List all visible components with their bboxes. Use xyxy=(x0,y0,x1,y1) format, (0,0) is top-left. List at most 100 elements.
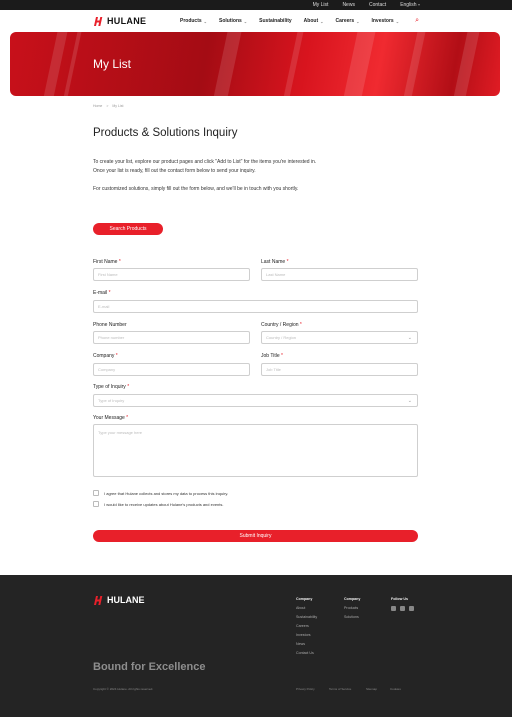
search-icon[interactable]: ⌕ xyxy=(415,17,419,25)
hero-stripe xyxy=(450,32,482,96)
nav-item-label: Careers xyxy=(335,18,355,24)
label-text: Your Message xyxy=(93,415,125,421)
language-selector[interactable]: English ▾ xyxy=(400,2,420,8)
chevron-down-icon: ⌄ xyxy=(407,397,412,404)
nav-item-investors[interactable]: Investors ⌄ xyxy=(371,18,399,24)
country-select[interactable]: Country / Region ⌄ xyxy=(261,331,418,344)
breadcrumb: Home > My List xyxy=(93,104,123,108)
label-text: E-mail xyxy=(93,290,108,296)
footer-link-solutions[interactable]: Solutions xyxy=(344,615,360,619)
last-name-label: Last Name * xyxy=(261,259,289,265)
nav-item-products[interactable]: Products ⌄ xyxy=(180,18,207,24)
required-mark: * xyxy=(286,259,289,265)
phone-field[interactable]: Phone number xyxy=(93,331,250,344)
email-field[interactable]: E-mail xyxy=(93,300,418,313)
required-mark: * xyxy=(281,353,283,359)
consent-updates-label: I would like to receive updates about Hu… xyxy=(104,502,224,507)
consent-updates-checkbox[interactable] xyxy=(93,501,99,507)
hero-title: My List xyxy=(93,57,132,71)
chevron-down-icon: ⌄ xyxy=(407,334,412,341)
hero-banner: My List xyxy=(10,32,500,96)
brand-logo[interactable]: HULANE xyxy=(93,16,146,26)
first-name-label: First Name * xyxy=(93,259,121,265)
topbar-contact-link[interactable]: Contact xyxy=(369,2,386,8)
nav-item-label: About xyxy=(303,18,319,24)
label-text: Type of Inquiry xyxy=(93,384,126,390)
chevron-down-icon: ⌄ xyxy=(356,18,360,24)
footer-heading: Company xyxy=(344,597,361,601)
phone-label: Phone Number xyxy=(93,322,127,328)
job-title-field[interactable]: Job Title xyxy=(261,363,418,376)
email-label: E-mail * xyxy=(93,290,111,296)
nav-item-sustainability[interactable]: Sustainability xyxy=(259,18,292,24)
footer-legal-terms[interactable]: Terms of Service xyxy=(329,687,351,691)
intro-paragraph: For customized solutions, simply fill ou… xyxy=(93,186,299,192)
label-text: Last Name xyxy=(261,259,286,265)
footer-link-contact[interactable]: Contact Us xyxy=(296,651,317,655)
site-footer: HULANE Company About Sustainability Care… xyxy=(0,575,512,717)
footer-link-investors[interactable]: Investors xyxy=(296,633,317,637)
nav-item-about[interactable]: About ⌄ xyxy=(304,18,324,24)
footer-link-products[interactable]: Products xyxy=(344,606,360,610)
submit-inquiry-button[interactable]: Submit Inquiry xyxy=(93,530,418,542)
footer-link-news[interactable]: News xyxy=(296,642,317,646)
logo-mark-icon xyxy=(94,595,103,605)
required-mark: * xyxy=(299,322,302,328)
hero-stripe xyxy=(400,32,428,96)
consent-data-checkbox[interactable] xyxy=(93,490,99,496)
breadcrumb-separator: > xyxy=(106,104,109,108)
footer-link-sustainability[interactable]: Sustainability xyxy=(296,615,317,619)
required-mark: * xyxy=(108,290,111,296)
copyright-text: Copyright © 2024 Hulane. All rights rese… xyxy=(93,687,154,691)
page-title: Products & Solutions Inquiry xyxy=(93,127,238,139)
nav-item-careers[interactable]: Careers ⌄ xyxy=(335,18,359,24)
last-name-field[interactable]: Last Name xyxy=(261,268,418,281)
chevron-down-icon: ⌄ xyxy=(203,18,208,24)
footer-heading: Follow Us xyxy=(391,597,408,601)
footer-logo[interactable]: HULANE xyxy=(93,595,145,605)
nav-item-solutions[interactable]: Solutions ⌄ xyxy=(219,18,247,24)
footer-col-offerings: Company Products Solutions xyxy=(344,597,360,624)
hero-stripe xyxy=(210,32,244,96)
footer-legal-cookies[interactable]: Cookies xyxy=(390,687,401,691)
linkedin-icon[interactable] xyxy=(391,606,396,611)
logo-mark-icon xyxy=(94,16,103,26)
social-icons xyxy=(391,606,414,611)
inquiry-type-select[interactable]: Type of Inquiry ⌄ xyxy=(93,394,418,407)
main-nav: HULANE Products ⌄ Solutions ⌄ Sustainabili… xyxy=(0,10,512,32)
topbar-my-list-link[interactable]: My List xyxy=(313,2,329,8)
footer-legal-privacy[interactable]: Privacy Policy xyxy=(296,687,315,691)
first-name-field[interactable]: First Name xyxy=(93,268,250,281)
company-field[interactable]: Company xyxy=(93,363,250,376)
brand-name: HULANE xyxy=(107,595,145,605)
topbar-news-link[interactable]: News xyxy=(342,2,355,8)
youtube-icon[interactable] xyxy=(409,606,414,611)
wechat-icon[interactable] xyxy=(400,606,405,611)
brand-name: HULANE xyxy=(107,16,147,26)
footer-link-about[interactable]: About xyxy=(296,606,317,610)
search-products-button[interactable]: Search Products xyxy=(93,223,163,235)
chevron-down-icon: ⌄ xyxy=(243,18,248,24)
required-mark: * xyxy=(126,415,129,421)
chevron-down-icon: ▾ xyxy=(417,2,420,7)
footer-col-social: Follow Us xyxy=(391,597,414,611)
footer-legal-sitemap[interactable]: Sitemap xyxy=(366,687,377,691)
country-select-value: Country / Region xyxy=(266,335,297,340)
consent-data-label: I agree that Hulane collects and stores … xyxy=(104,491,229,496)
breadcrumb-current: My List xyxy=(112,104,124,108)
nav-item-label: Investors xyxy=(371,18,394,24)
nav-item-label: Solutions xyxy=(219,18,242,24)
intro-text: To create your list, explore our product… xyxy=(93,158,321,203)
footer-link-careers[interactable]: Careers xyxy=(296,624,317,628)
breadcrumb-home[interactable]: Home xyxy=(93,104,102,108)
language-label: English xyxy=(400,2,417,8)
required-mark: * xyxy=(115,353,118,359)
chevron-down-icon: ⌄ xyxy=(395,18,400,24)
required-mark: * xyxy=(118,259,121,265)
nav-menu: Products ⌄ Solutions ⌄ Sustainability Abou… xyxy=(180,17,419,25)
label-text: Company xyxy=(93,353,115,359)
hero-stripe xyxy=(280,32,306,96)
inquiry-type-select-value: Type of Inquiry xyxy=(98,398,125,403)
message-label: Your Message * xyxy=(93,415,128,421)
message-textarea[interactable]: Type your message here xyxy=(93,424,418,477)
